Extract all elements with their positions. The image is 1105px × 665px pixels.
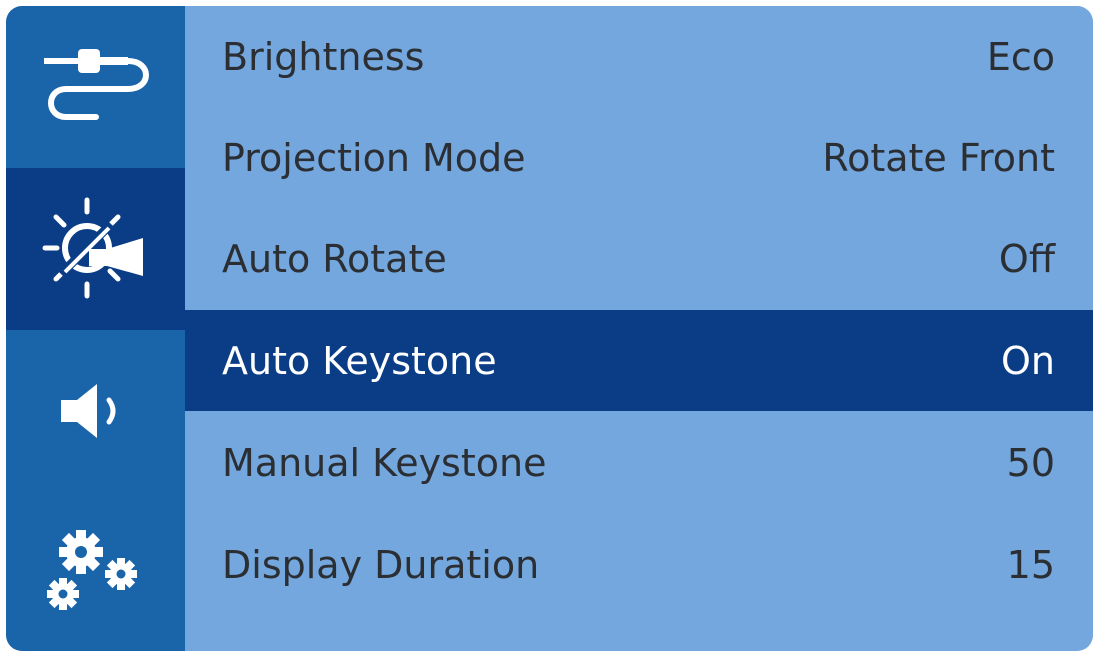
settings-list: Brightness Eco Projection Mode Rotate Fr…	[185, 6, 1093, 651]
menu-row-value: Eco	[986, 34, 1055, 79]
gears-icon	[46, 529, 137, 610]
menu-row-label: Display Duration	[222, 542, 540, 587]
sidebar-item-sound[interactable]	[6, 330, 185, 492]
source-cable-icon	[43, 49, 149, 120]
menu-row-label: Auto Keystone	[222, 338, 497, 383]
menu-row-brightness[interactable]: Brightness Eco	[185, 6, 1093, 107]
menu-row-label: Auto Rotate	[222, 236, 447, 281]
menu-row-value: 15	[1006, 542, 1055, 587]
menu-row-manual-keystone[interactable]: Manual Keystone 50	[185, 412, 1093, 513]
menu-row-auto-rotate[interactable]: Auto Rotate Off	[185, 208, 1093, 309]
sidebar-item-picture[interactable]	[6, 168, 185, 330]
menu-row-display-duration[interactable]: Display Duration 15	[185, 514, 1093, 615]
sidebar-item-settings[interactable]	[6, 492, 185, 651]
menu-row-value: 50	[1006, 440, 1055, 485]
menu-row-value: On	[1001, 338, 1055, 383]
menu-row-auto-keystone[interactable]: Auto Keystone On	[185, 310, 1093, 411]
menu-row-label: Projection Mode	[222, 135, 526, 180]
menu-row-value: Off	[998, 236, 1055, 281]
category-sidebar	[6, 6, 185, 651]
speaker-icon	[60, 384, 115, 438]
menu-row-label: Brightness	[222, 34, 425, 79]
sidebar-item-source[interactable]	[6, 6, 185, 168]
projector-osd-menu: Brightness Eco Projection Mode Rotate Fr…	[6, 6, 1093, 651]
menu-row-projection-mode[interactable]: Projection Mode Rotate Front	[185, 107, 1093, 208]
menu-row-value: Rotate Front	[822, 135, 1055, 180]
brightness-projection-icon	[42, 197, 143, 299]
menu-row-label: Manual Keystone	[222, 440, 547, 485]
